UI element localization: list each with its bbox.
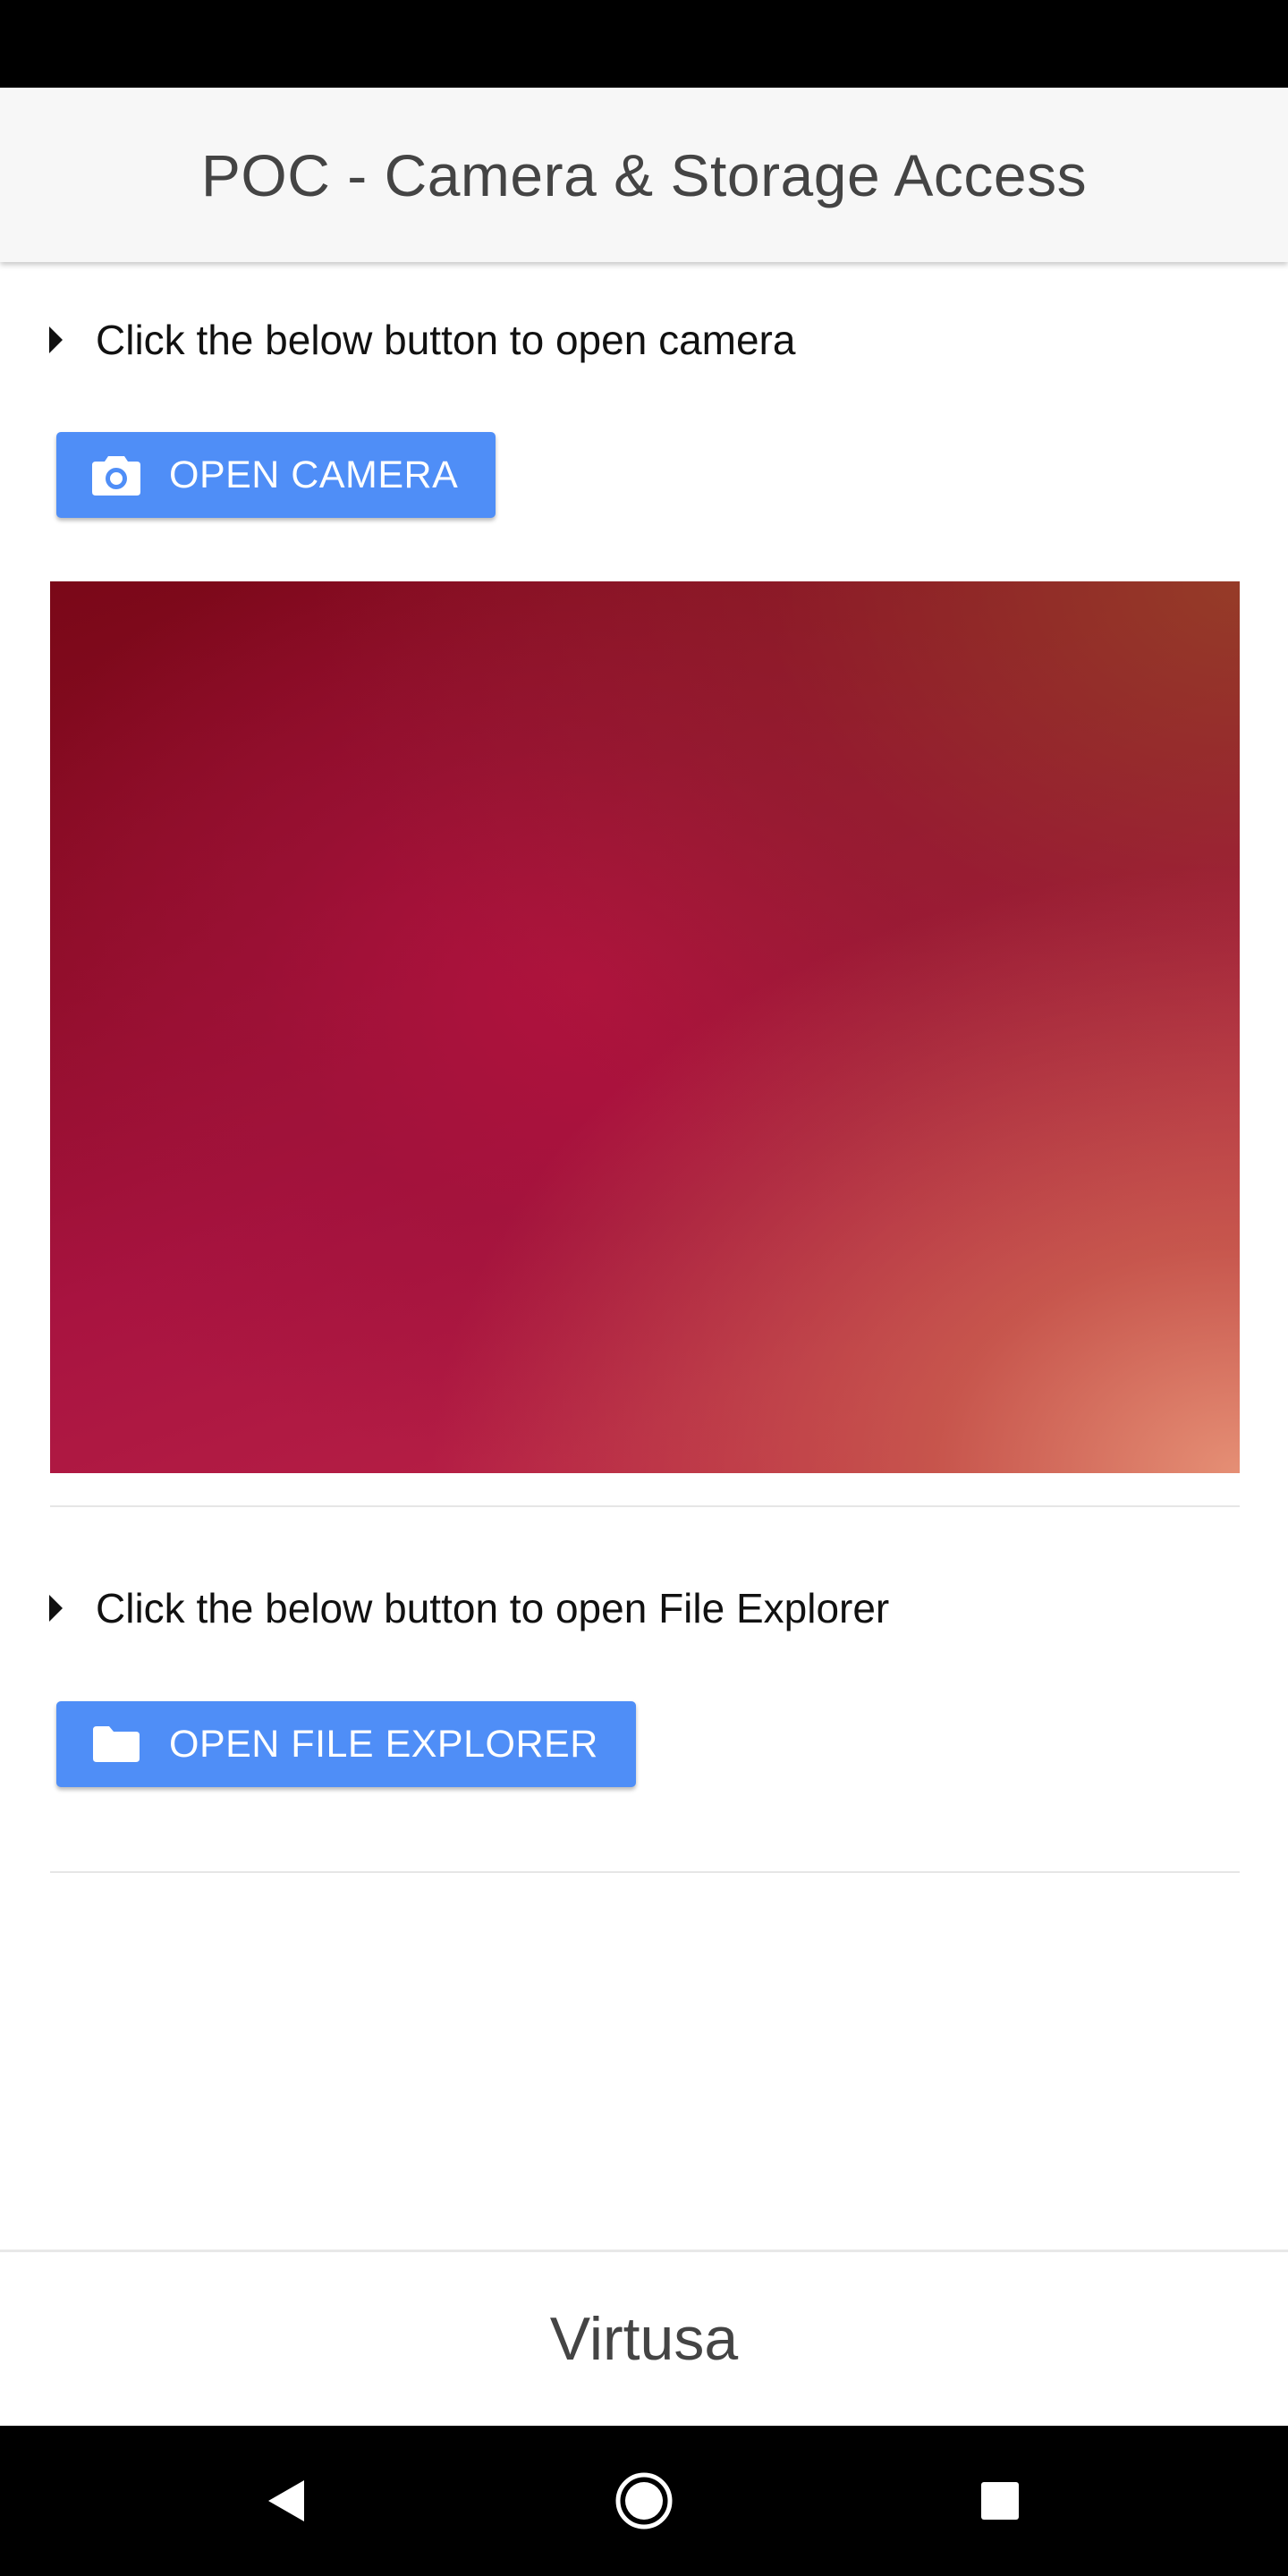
camera-instruction-text: Click the below button to open camera	[96, 317, 796, 363]
camera-icon	[92, 451, 140, 499]
back-button[interactable]	[224, 2426, 349, 2576]
system-nav-bar	[0, 2426, 1288, 2576]
caret-right-icon	[49, 326, 63, 353]
home-icon	[615, 2472, 673, 2529]
camera-instruction: Click the below button to open camera	[49, 316, 795, 364]
caret-right-icon	[49, 1595, 63, 1622]
main-content: Click the below button to open camera OP…	[0, 262, 1288, 2250]
folder-icon	[92, 1720, 140, 1768]
section-divider	[50, 1871, 1240, 1873]
recents-button[interactable]	[937, 2426, 1063, 2576]
page-title: POC - Camera & Storage Access	[200, 141, 1088, 208]
file-instruction-text: Click the below button to open File Expl…	[96, 1585, 890, 1631]
app-header: POC - Camera & Storage Access	[0, 88, 1288, 262]
captured-photo-preview	[50, 581, 1240, 1473]
back-icon	[268, 2480, 304, 2521]
open-file-explorer-button[interactable]: OPEN FILE EXPLORER	[56, 1701, 636, 1787]
file-instruction: Click the below button to open File Expl…	[49, 1584, 889, 1632]
recents-icon	[981, 2482, 1019, 2520]
section-divider	[50, 1505, 1240, 1507]
home-button[interactable]	[581, 2426, 707, 2576]
status-bar	[0, 0, 1288, 88]
open-camera-label: OPEN CAMERA	[169, 453, 459, 496]
open-file-explorer-label: OPEN FILE EXPLORER	[169, 1722, 598, 1766]
open-camera-button[interactable]: OPEN CAMERA	[56, 432, 496, 518]
app-footer: Virtusa	[0, 2250, 1288, 2426]
footer-title: Virtusa	[549, 2305, 739, 2373]
